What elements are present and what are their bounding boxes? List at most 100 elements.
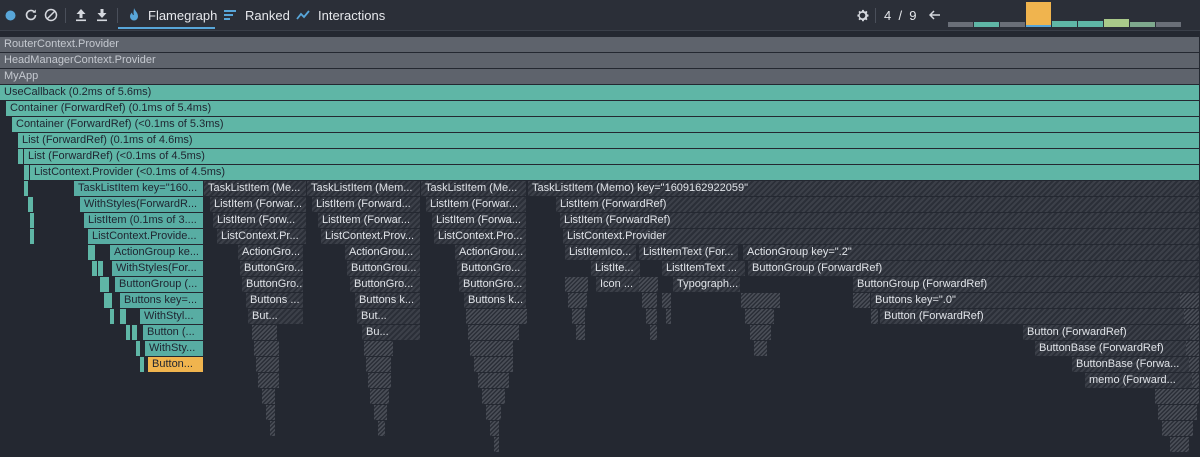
flame-node-stub[interactable] — [871, 309, 879, 324]
flame-node[interactable]: RouterContext.Provider — [0, 37, 1200, 52]
flame-node[interactable]: WithSty... — [145, 341, 204, 356]
flame-node[interactable]: ActionGrou... — [455, 245, 527, 260]
flame-node[interactable]: ActionGro... — [238, 245, 304, 260]
flame-node-stub[interactable] — [262, 389, 276, 404]
previous-commit-button[interactable] — [927, 0, 943, 30]
flame-node[interactable]: ButtonGro... — [242, 277, 304, 292]
flame-node-stub[interactable] — [370, 389, 390, 404]
flame-node-stub[interactable] — [110, 309, 115, 324]
flame-node-stub[interactable] — [104, 277, 110, 292]
flame-node-stub[interactable] — [108, 293, 113, 308]
flame-node[interactable]: WithStyles(ForwardR... — [80, 197, 204, 212]
flame-node-stub[interactable] — [470, 341, 514, 356]
clear-button[interactable] — [42, 0, 60, 30]
flame-node[interactable]: Buttons key=... — [120, 293, 204, 308]
flame-node-stub[interactable] — [639, 277, 659, 292]
flame-node-stub[interactable] — [24, 181, 29, 196]
flame-node-stub[interactable] — [132, 325, 138, 340]
flame-node[interactable]: Typograph... — [673, 277, 741, 292]
flame-node[interactable]: memo (Forward... — [1085, 373, 1200, 388]
settings-button[interactable] — [853, 0, 871, 30]
flame-node[interactable]: Button (ForwardRef) — [1023, 325, 1200, 340]
flame-node-stub[interactable] — [1192, 373, 1200, 388]
commit-selector[interactable] — [948, 2, 1188, 27]
flame-node[interactable]: ListItemIco... — [565, 245, 637, 260]
flame-node[interactable]: ListContext.Pro... — [434, 229, 527, 244]
flame-node-stub[interactable] — [576, 325, 586, 340]
flame-node-stub[interactable] — [466, 309, 528, 324]
flame-node-stub[interactable] — [478, 373, 510, 388]
flame-node[interactable]: TaskListItem key="160... — [74, 181, 204, 196]
flame-node-stub[interactable] — [482, 389, 506, 404]
flame-node-stub[interactable] — [98, 261, 104, 276]
flame-node-stub[interactable] — [254, 341, 280, 356]
flame-node[interactable]: TaskListItem (Me... — [204, 181, 307, 196]
flame-node-stub[interactable] — [258, 373, 280, 388]
flame-node-stub[interactable] — [368, 373, 392, 388]
flame-node[interactable]: ButtonBase (Forwa... — [1072, 357, 1200, 372]
flame-node-stub[interactable] — [662, 293, 672, 308]
flame-node-stub[interactable] — [1189, 357, 1200, 372]
flame-node-stub[interactable] — [1170, 437, 1190, 452]
flame-node[interactable]: Buttons ... — [246, 293, 304, 308]
flame-node[interactable]: Buttons k... — [464, 293, 527, 308]
flame-node-stub[interactable] — [364, 341, 394, 356]
flame-node[interactable]: Buttons key=".0" — [871, 293, 1200, 308]
flame-node[interactable]: Bu... — [362, 325, 421, 340]
record-button[interactable] — [2, 0, 18, 30]
flame-node[interactable]: MyApp — [0, 69, 1200, 84]
flame-node-stub[interactable] — [1190, 325, 1200, 340]
flame-node-stub[interactable] — [853, 293, 871, 308]
flame-node[interactable]: ButtonGro... — [240, 261, 304, 276]
flame-node-stub[interactable] — [745, 309, 775, 324]
flame-node-stub[interactable] — [136, 341, 141, 356]
commit-bar[interactable] — [1104, 19, 1129, 27]
flame-node[interactable]: ActionGroup key=".2" — [743, 245, 1200, 260]
flame-node-stub[interactable] — [18, 149, 24, 164]
flame-node[interactable]: ButtonGro... — [459, 277, 527, 292]
flame-node-stub[interactable] — [1186, 341, 1200, 356]
flame-node-stub[interactable] — [565, 277, 589, 292]
flame-node-stub[interactable] — [270, 421, 276, 436]
flame-node[interactable]: ButtonGroup (ForwardRef) — [853, 277, 1200, 292]
flame-node-stub[interactable] — [252, 325, 278, 340]
flame-node-stub[interactable] — [642, 293, 658, 308]
flame-node[interactable]: ListContext.Prov... — [321, 229, 421, 244]
flame-node[interactable]: ButtonGroup (... — [115, 277, 204, 292]
flame-node[interactable]: ButtonGrou... — [347, 261, 421, 276]
commit-bar[interactable] — [1052, 21, 1077, 27]
flame-node-stub[interactable] — [1162, 421, 1194, 436]
flame-node[interactable]: Icon ... — [596, 277, 641, 292]
flame-node[interactable]: TaskListItem (Memo) key="1609162922059" — [528, 181, 1200, 196]
flame-node[interactable]: ListItemText (For... — [639, 245, 739, 260]
flame-node-stub[interactable] — [1184, 309, 1200, 324]
flame-node[interactable]: TaskListItem (Mem... — [307, 181, 421, 196]
flame-node-stub[interactable] — [741, 293, 781, 308]
flame-node[interactable]: ListItem (Forward... — [312, 197, 421, 212]
flame-node[interactable]: ListItem (Forwar... — [210, 197, 307, 212]
commit-bar[interactable] — [1130, 22, 1155, 27]
flame-node[interactable]: ButtonBase (ForwardRef) — [1035, 341, 1200, 356]
flame-node-stub[interactable] — [140, 357, 145, 372]
flame-node-stub[interactable] — [750, 325, 772, 340]
flame-node[interactable]: WithStyl... — [140, 309, 204, 324]
flame-node[interactable]: ListContext.Provider — [563, 229, 1200, 244]
flame-node[interactable]: UseCallback (0.2ms of 5.6ms) — [0, 85, 1200, 100]
save-profile-button[interactable] — [93, 0, 111, 30]
flame-node[interactable]: ListContext.Provider (<0.1ms of 4.5ms) — [30, 165, 1200, 180]
flame-node[interactable]: ListItem (Forwa... — [432, 213, 527, 228]
flame-node[interactable]: TaskListItem (Me... — [421, 181, 527, 196]
flame-node-stub[interactable] — [666, 309, 672, 324]
load-profile-button[interactable] — [72, 0, 90, 30]
flame-node[interactable]: List (ForwardRef) (<0.1ms of 4.5ms) — [24, 149, 1200, 164]
flame-node-stub[interactable] — [494, 437, 500, 452]
flame-node[interactable]: But... — [357, 309, 421, 324]
flame-node-stub[interactable] — [88, 245, 96, 260]
reload-button[interactable] — [22, 0, 40, 30]
flame-node-stub[interactable] — [1158, 405, 1198, 420]
commit-bar[interactable] — [1156, 22, 1181, 27]
flame-node[interactable]: ButtonGro... — [350, 277, 421, 292]
flame-node-stub[interactable] — [28, 197, 34, 212]
flame-node-stub[interactable] — [1180, 293, 1200, 308]
flame-node[interactable]: Button (ForwardRef) — [880, 309, 1200, 324]
